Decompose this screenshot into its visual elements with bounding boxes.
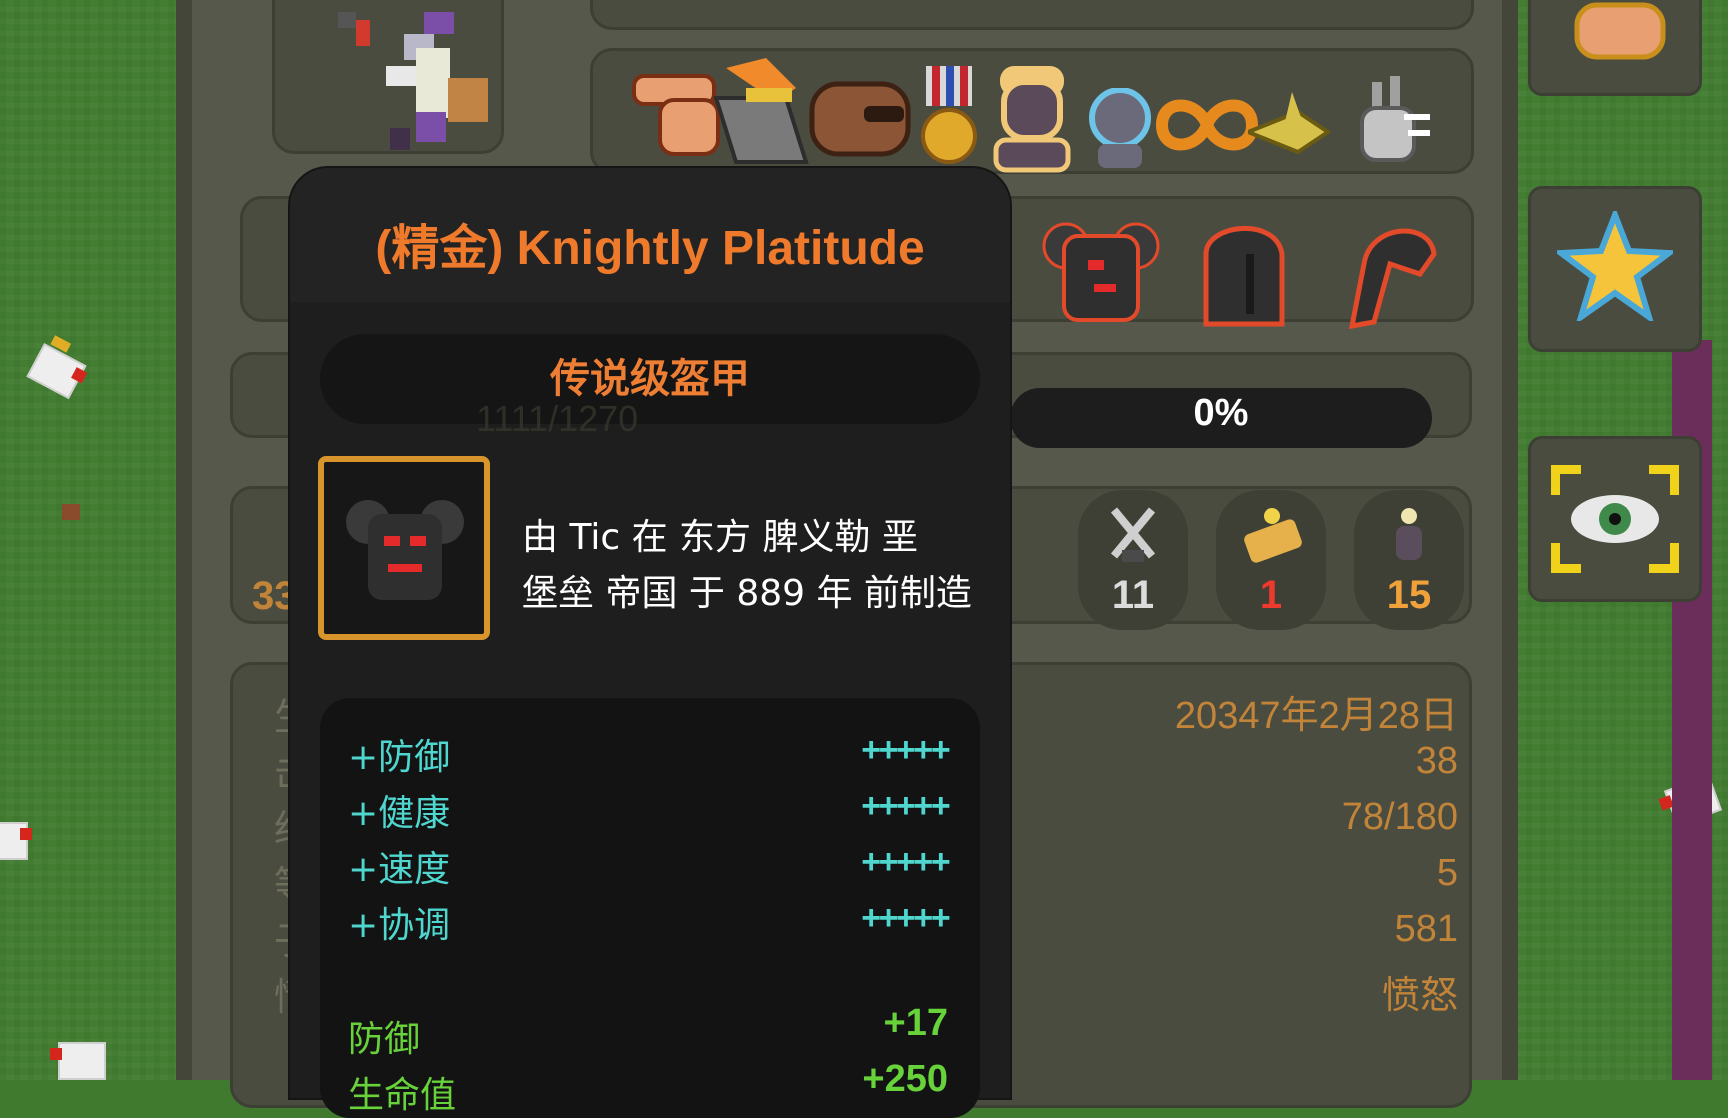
bonus-value: +17 [883, 1002, 948, 1044]
info-level: 5 [1436, 852, 1458, 894]
golden-head-icon[interactable] [990, 62, 1074, 174]
crossed-swords-icon [1110, 507, 1156, 562]
progress-label: 0% [1193, 392, 1249, 434]
item-title: (精金) Knightly Platitude [375, 222, 925, 275]
chicken-sprite [50, 1030, 112, 1086]
stat-pawn-value: 15 [1386, 573, 1432, 617]
attribute-rating: +++++ [860, 790, 951, 828]
stat-kills[interactable]: 11 [1078, 490, 1188, 630]
attribute-row: +速度 +++++ [348, 840, 951, 892]
info-children: 581 [1394, 908, 1458, 950]
armor-chest-icon[interactable] [1038, 212, 1164, 326]
item-image-frame [318, 456, 490, 640]
helmet-icon[interactable] [1196, 214, 1292, 332]
star-icon [1557, 211, 1673, 321]
attribute-rating: +++++ [860, 902, 951, 940]
rarity-label: 传说级盔甲 [550, 356, 750, 402]
stat-kills-value: 11 [1111, 573, 1155, 617]
bonus-name: 生命值 [348, 1075, 457, 1116]
attribute-rating: +++++ [860, 846, 951, 884]
running-rabbit-icon[interactable] [1338, 74, 1434, 170]
description-line: 由 Tic 在 东方 脾义勒 垩 [522, 517, 918, 558]
tooltip-header: (精金) Knightly Platitude [290, 168, 1010, 302]
attributes-box: +防御 +++++ +健康 +++++ +速度 +++++ +协调 +++++ … [320, 698, 980, 1118]
golden-fish-icon[interactable] [1248, 92, 1330, 160]
attribute-name: +防御 [348, 737, 451, 778]
attribute-name: +健康 [348, 793, 451, 834]
side-button-top[interactable] [1528, 0, 1702, 96]
infinity-icon[interactable] [1152, 94, 1262, 156]
attribute-row: +防御 +++++ [348, 728, 951, 780]
favorite-button[interactable] [1528, 186, 1702, 352]
hand-icon [1574, 2, 1666, 60]
stat-pawn[interactable]: 15 [1354, 490, 1464, 630]
bonus-name: 防御 [348, 1019, 421, 1060]
item-tooltip: (精金) Knightly Platitude 传说级盔甲 由 Tic 在 东方… [290, 168, 1010, 1118]
chicken-sprite [0, 810, 34, 866]
fist-icon[interactable] [808, 78, 918, 162]
stat-renown[interactable]: 1 [1216, 490, 1326, 630]
description-line: 堡垒 帝国 于 889 年 前制造 [522, 573, 972, 614]
item-description: 由 Tic 在 东方 脾义勒 垩 堡垒 帝国 于 889 年 前制造 [522, 510, 992, 622]
attribute-name: +协调 [348, 905, 451, 946]
rarity-banner: 传说级盔甲 [320, 334, 980, 424]
follow-camera-button[interactable] [1528, 436, 1702, 602]
attribute-name: +速度 [348, 849, 451, 890]
attribute-row: +协调 +++++ [348, 896, 951, 948]
armor-chest-icon [346, 500, 464, 600]
attribute-row: +健康 +++++ [348, 784, 951, 836]
medal-icon[interactable] [916, 66, 982, 166]
info-mood: 愤怒 [1381, 975, 1458, 1017]
info-kills: 38 [1415, 740, 1458, 782]
boot-icon[interactable] [1330, 214, 1440, 332]
info-experience: 78/180 [1341, 796, 1458, 838]
ghost-head-icon[interactable] [1084, 88, 1156, 170]
unit-sprite-icon[interactable] [330, 8, 490, 158]
pawn-icon [1396, 508, 1422, 560]
dirt-pixel [62, 504, 80, 520]
eye-icon [1551, 465, 1679, 573]
stat-renown-value: 1 [1259, 573, 1283, 617]
attribute-rating: +++++ [860, 734, 951, 772]
scroll-coins-icon [1244, 508, 1302, 563]
health-bar-text: 1111/1270 [476, 398, 639, 439]
info-birthdate: 20347年2月28日 [1174, 695, 1458, 737]
